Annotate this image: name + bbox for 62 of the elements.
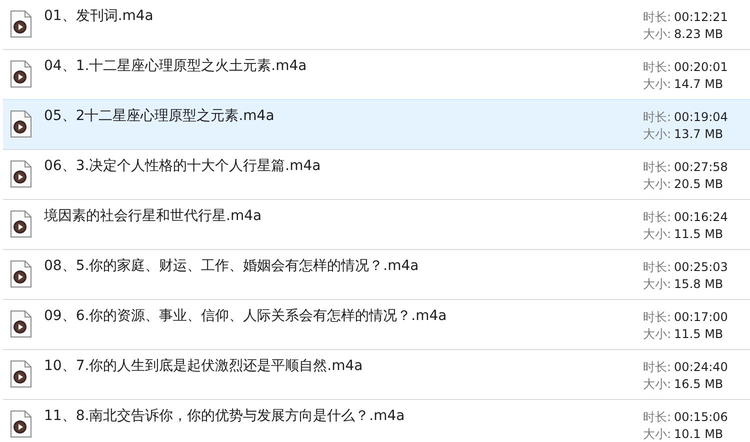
duration-label: 时长: (643, 260, 672, 274)
duration-label: 时长: (643, 110, 672, 124)
size-value: 13.7 MB (674, 127, 724, 141)
file-row[interactable]: 06、3.决定个人性格的十大个人行星篇.m4a 时长: 00:27:58 大小: 20.5 MB (3, 149, 750, 199)
file-name: 境因素的社会行星和世代行星.m4a (44, 207, 263, 225)
file-name: 06、3.决定个人性格的十大个人行星篇.m4a (44, 157, 322, 175)
audio-file-icon (10, 260, 32, 288)
file-name: 11、8.南北交告诉你，你的优势与发展方向是什么？.m4a (44, 407, 406, 425)
duration-value: 00:16:24 (674, 210, 728, 224)
size-label: 大小: (643, 77, 672, 91)
file-name: 05、2十二星座心理原型之元素.m4a (44, 107, 276, 125)
duration-value: 00:15:06 (674, 410, 728, 424)
duration-value: 00:19:04 (674, 110, 728, 124)
size-label: 大小: (643, 377, 672, 391)
duration-value: 00:24:40 (674, 360, 728, 374)
size-value: 15.8 MB (674, 277, 724, 291)
duration-value: 00:12:21 (674, 10, 728, 24)
file-row[interactable]: 09、6.你的资源、事业、信仰、人际关系会有怎样的情况？.m4a 时长: 00:17:00 大小: 11.5 MB (3, 299, 750, 349)
audio-file-icon (10, 10, 32, 38)
size-label: 大小: (643, 177, 672, 191)
duration-label: 时长: (643, 160, 672, 174)
size-label: 大小: (643, 327, 672, 341)
audio-file-icon (10, 160, 32, 188)
file-name: 04、1.十二星座心理原型之火土元素.m4a (44, 57, 308, 75)
file-row[interactable]: 11、8.南北交告诉你，你的优势与发展方向是什么？.m4a 时长: 00:15:06 大小: 10.1 MB (3, 399, 750, 442)
size-value: 16.5 MB (674, 377, 724, 391)
duration-label: 时长: (643, 410, 672, 424)
duration-value: 00:20:01 (674, 60, 728, 74)
file-name: 09、6.你的资源、事业、信仰、人际关系会有怎样的情况？.m4a (44, 307, 448, 325)
duration-label: 时长: (643, 60, 672, 74)
duration-label: 时长: (643, 310, 672, 324)
size-value: 20.5 MB (674, 177, 724, 191)
file-row[interactable]: 10、7.你的人生到底是起伏激烈还是平顺自然.m4a 时长: 00:24:40 大小: 16.5 MB (3, 349, 750, 399)
file-row[interactable]: 08、5.你的家庭、财运、工作、婚姻会有怎样的情况？.m4a 时长: 00:25:03 大小: 15.8 MB (3, 249, 750, 299)
size-value: 10.1 MB (674, 427, 724, 441)
file-row[interactable]: 05、2十二星座心理原型之元素.m4a 时长: 00:19:04 大小: 13.7 MB (3, 99, 750, 149)
audio-file-icon (10, 110, 32, 138)
file-row[interactable]: 境因素的社会行星和世代行星.m4a 时长: 00:16:24 大小: 11.5 MB (3, 199, 750, 249)
size-label: 大小: (643, 277, 672, 291)
duration-label: 时长: (643, 210, 672, 224)
duration-value: 00:25:03 (674, 260, 728, 274)
size-label: 大小: (643, 27, 672, 41)
size-value: 11.5 MB (674, 327, 724, 341)
duration-value: 00:27:58 (674, 160, 728, 174)
audio-file-icon (10, 210, 32, 238)
size-label: 大小: (643, 227, 672, 241)
file-name: 08、5.你的家庭、财运、工作、婚姻会有怎样的情况？.m4a (44, 257, 420, 275)
size-value: 14.7 MB (674, 77, 724, 91)
duration-label: 时长: (643, 360, 672, 374)
size-label: 大小: (643, 127, 672, 141)
duration-label: 时长: (643, 10, 672, 24)
audio-file-icon (10, 410, 32, 438)
duration-value: 00:17:00 (674, 310, 728, 324)
audio-file-icon (10, 60, 32, 88)
size-label: 大小: (643, 427, 672, 441)
file-name: 01、发刊词.m4a (44, 7, 154, 25)
file-name: 10、7.你的人生到底是起伏激烈还是平顺自然.m4a (44, 357, 364, 375)
audio-file-icon (10, 310, 32, 338)
size-value: 8.23 MB (674, 27, 724, 41)
file-row[interactable]: 01、发刊词.m4a 时长: 00:12:21 大小: 8.23 MB (3, 0, 750, 49)
size-value: 11.5 MB (674, 227, 724, 241)
audio-file-icon (10, 360, 32, 388)
